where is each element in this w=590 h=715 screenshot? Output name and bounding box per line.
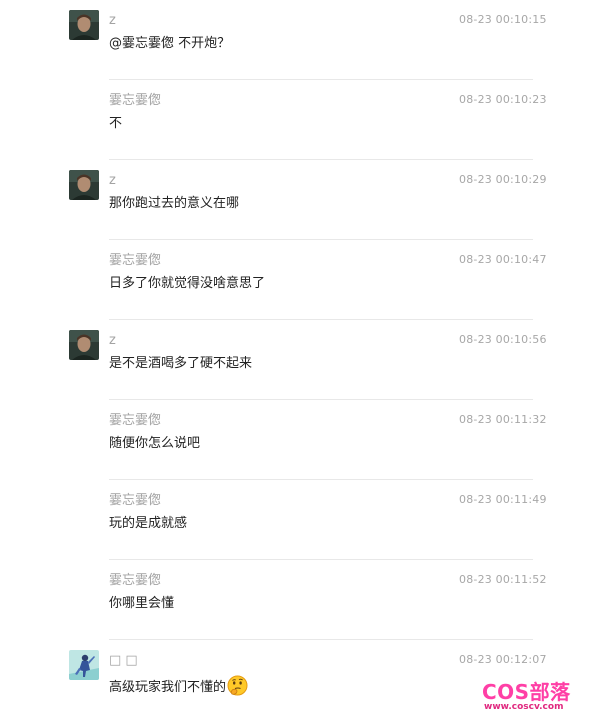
message-text: 随便你怎么说吧 <box>109 436 201 451</box>
message-time: 08-23 00:10:29 <box>459 173 547 186</box>
sender-name[interactable]: z <box>109 13 116 29</box>
message-time: 08-23 00:11:52 <box>459 573 547 586</box>
message-item: 霎忘霎偬 08-23 00:10:23 不 <box>0 80 590 160</box>
watermark-url: www.coscv.com <box>484 702 564 712</box>
site-watermark: COS部落 www.coscv.com <box>478 680 590 715</box>
message-item: 霎忘霎偬 08-23 00:11:52 你哪里会懂 <box>0 560 590 640</box>
sender-name[interactable]: z <box>109 333 116 349</box>
sender-name[interactable]: 霎忘霎偬 <box>109 93 161 109</box>
user-avatar[interactable] <box>69 330 99 360</box>
message-time: 08-23 00:10:15 <box>459 13 547 26</box>
message-time: 08-23 00:11:49 <box>459 493 547 506</box>
message-item: z 08-23 00:10:29 那你跑过去的意义在哪 <box>0 160 590 240</box>
message-time: 08-23 00:10:23 <box>459 93 547 106</box>
message-text: 不 <box>109 116 123 131</box>
message-text: @霎忘霎偬 不开炮？ <box>109 36 231 51</box>
message-time: 08-23 00:12:07 <box>459 653 547 666</box>
message-item: 霎忘霎偬 08-23 00:11:32 随便你怎么说吧 <box>0 400 590 480</box>
message-text: 玩的是成就感 <box>109 516 188 531</box>
message-text: 日多了你就觉得没啥意思了 <box>109 276 266 291</box>
message-text: 高级玩家我们不懂的 <box>109 680 227 695</box>
user-avatar[interactable] <box>69 170 99 200</box>
sender-name[interactable]: z <box>109 173 116 189</box>
message-text: 是不是酒喝多了硬不起来 <box>109 356 253 371</box>
message-content: 高级玩家我们不懂的 <box>109 675 248 702</box>
message-time: 08-23 00:11:32 <box>459 413 547 426</box>
chat-history: z 08-23 00:10:15 @霎忘霎偬 不开炮？ 霎忘霎偬 08-23 0… <box>0 0 590 715</box>
message-text: 你哪里会懂 <box>109 596 175 611</box>
message-item: 霎忘霎偬 08-23 00:10:47 日多了你就觉得没啥意思了 <box>0 240 590 320</box>
watermark-logo: COS部落 <box>482 680 571 704</box>
user-avatar[interactable] <box>69 10 99 40</box>
sender-name[interactable]: 霎忘霎偬 <box>109 413 161 429</box>
sender-name[interactable]: 霎忘霎偬 <box>109 573 161 589</box>
sender-name[interactable]: 霎忘霎偬 <box>109 253 161 269</box>
sender-name[interactable]: □ □ <box>109 653 138 669</box>
sender-name[interactable]: 霎忘霎偬 <box>109 493 161 509</box>
user-avatar[interactable] <box>69 650 99 680</box>
message-time: 08-23 00:10:47 <box>459 253 547 266</box>
message-item: z 08-23 00:10:15 @霎忘霎偬 不开炮？ <box>0 0 590 80</box>
message-time: 08-23 00:10:56 <box>459 333 547 346</box>
thinking-face-icon <box>227 675 248 702</box>
message-text: 那你跑过去的意义在哪 <box>109 196 240 211</box>
message-item: z 08-23 00:10:56 是不是酒喝多了硬不起来 <box>0 320 590 400</box>
message-item: 霎忘霎偬 08-23 00:11:49 玩的是成就感 <box>0 480 590 560</box>
